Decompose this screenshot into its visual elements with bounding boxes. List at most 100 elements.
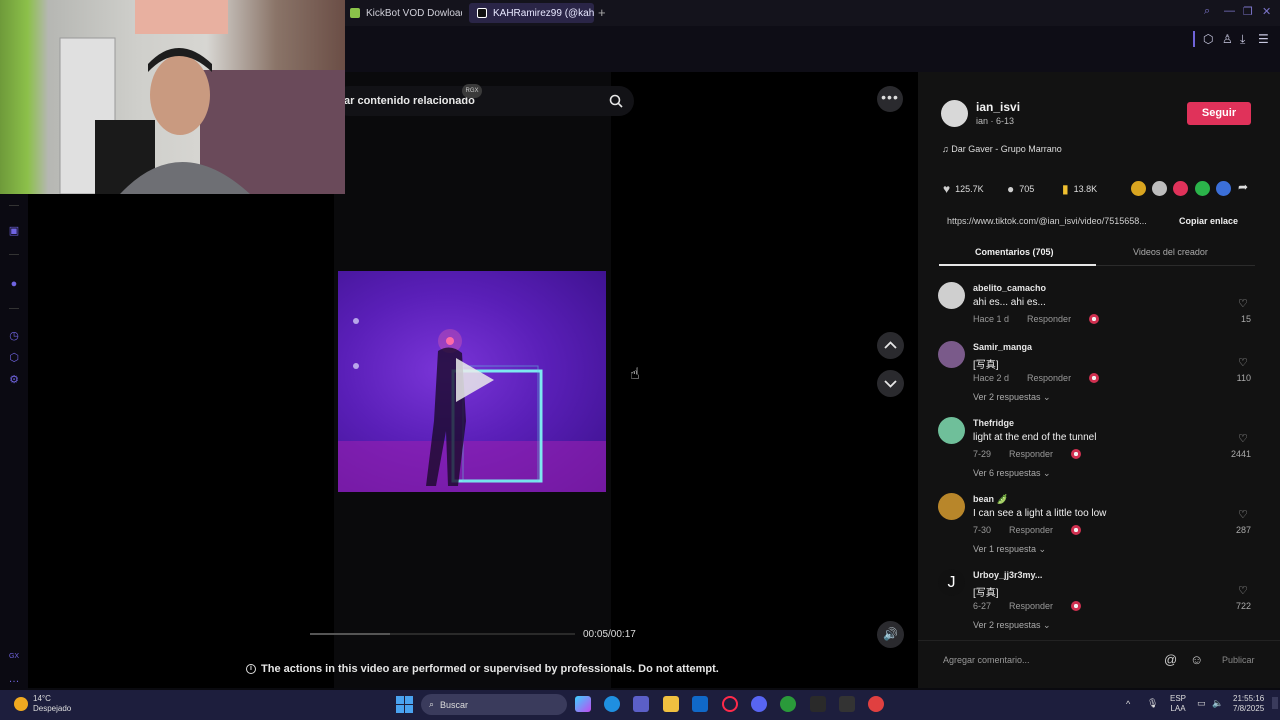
extensions-icon[interactable]: ⬡ bbox=[1203, 32, 1213, 46]
bookmark-icon: ▮ bbox=[1062, 182, 1069, 196]
comment-username[interactable]: Thefridge bbox=[973, 418, 1014, 428]
language-indicator[interactable]: ESP LAA bbox=[1170, 694, 1186, 714]
opera-gx-icon[interactable] bbox=[722, 696, 738, 712]
reply-button[interactable]: Responder bbox=[1009, 449, 1053, 459]
new-tab-button[interactable]: + bbox=[598, 5, 606, 20]
tray-overflow-icon[interactable]: ^ bbox=[1126, 699, 1130, 709]
next-video-button[interactable] bbox=[877, 370, 904, 397]
share-more-icon[interactable]: ➦ bbox=[1238, 180, 1248, 194]
search-icon[interactable]: ⌕ bbox=[1204, 5, 1210, 18]
close-icon[interactable]: ✕ bbox=[1262, 5, 1271, 18]
comment-meta: 7-29 Responder bbox=[973, 449, 1082, 459]
creator-like-icon bbox=[1071, 525, 1082, 535]
history-icon[interactable]: ◷ bbox=[7, 329, 21, 343]
tab-creator-videos[interactable]: Videos del creador bbox=[1133, 247, 1208, 257]
copy-link-button[interactable]: Copiar enlace bbox=[1179, 216, 1238, 226]
like-button[interactable]: ♥ 125.7K bbox=[943, 182, 984, 196]
volume-button[interactable]: 🔊 bbox=[877, 621, 904, 648]
comment-username[interactable]: Samir_manga bbox=[973, 342, 1032, 352]
emoji-icon[interactable]: ☺ bbox=[1190, 652, 1203, 667]
taskbar-search[interactable]: ⌕ Buscar bbox=[421, 694, 567, 715]
comment-heart-icon[interactable]: ♡ bbox=[1238, 508, 1248, 521]
download-icon[interactable]: ⤓ bbox=[1240, 32, 1245, 47]
reply-button[interactable]: Responder bbox=[1009, 525, 1053, 535]
comment-like-count: 722 bbox=[1235, 601, 1251, 611]
share-whatsapp-icon[interactable] bbox=[1195, 181, 1210, 196]
view-replies-button[interactable]: Ver 2 respuestas ⌄ bbox=[973, 392, 1051, 403]
comment-avatar[interactable] bbox=[938, 282, 965, 309]
comment-input[interactable]: Agregar comentario... bbox=[943, 655, 1030, 665]
comment-time: 6-27 bbox=[973, 601, 992, 611]
tab-tiktok[interactable]: KAHRamirez99 (@kahram bbox=[469, 3, 594, 23]
lang-layout: LAA bbox=[1170, 704, 1186, 713]
tab-kickbot[interactable]: KickBot VOD Dowloader bbox=[342, 3, 462, 23]
show-desktop-button[interactable] bbox=[1272, 697, 1278, 709]
windows-start-icon[interactable] bbox=[396, 696, 413, 713]
file-explorer-icon[interactable] bbox=[663, 696, 679, 712]
minimize-icon[interactable]: — bbox=[1224, 5, 1235, 17]
comment-avatar[interactable]: J bbox=[938, 569, 965, 596]
music-track-link[interactable]: ♫ Dar Gaver - Grupo Marrano bbox=[942, 144, 1062, 154]
weather-moon-icon[interactable] bbox=[14, 697, 28, 711]
copilot-icon[interactable] bbox=[575, 696, 591, 712]
more-icon[interactable]: … bbox=[7, 672, 21, 686]
clock-time: 21:55:16 bbox=[1233, 694, 1265, 703]
discord-icon[interactable] bbox=[751, 696, 767, 712]
teams-icon[interactable] bbox=[633, 696, 649, 712]
play-button[interactable] bbox=[456, 358, 494, 402]
previous-video-button[interactable] bbox=[877, 332, 904, 359]
comment-avatar[interactable] bbox=[938, 493, 965, 520]
network-icon[interactable]: ▭ bbox=[1197, 698, 1206, 709]
comment-button[interactable]: ● 705 bbox=[1007, 182, 1034, 196]
taskbar-clock[interactable]: 21:55:16 7/8/2025 bbox=[1233, 694, 1264, 714]
search-icon[interactable] bbox=[608, 93, 624, 109]
profile-icon[interactable]: ♙ bbox=[1222, 32, 1233, 46]
share-embed-icon[interactable] bbox=[1152, 181, 1167, 196]
comment-heart-icon[interactable]: ♡ bbox=[1238, 584, 1248, 597]
more-options-button[interactable]: ••• bbox=[877, 86, 903, 112]
view-replies-button[interactable]: Ver 1 respuesta ⌄ bbox=[973, 544, 1046, 555]
comment-heart-icon[interactable]: ♡ bbox=[1238, 356, 1248, 369]
gx-icon[interactable]: GX bbox=[7, 650, 21, 664]
maximize-icon[interactable]: ❐ bbox=[1243, 5, 1253, 18]
publish-button[interactable]: Publicar bbox=[1222, 655, 1255, 665]
creator-like-icon bbox=[1071, 449, 1082, 459]
messenger-icon[interactable]: ● bbox=[7, 277, 21, 291]
comment-username[interactable]: Urboy_jj3r3my... bbox=[973, 570, 1042, 580]
save-button[interactable]: ▮ 13.8K bbox=[1062, 182, 1097, 196]
share-send-icon[interactable] bbox=[1173, 181, 1188, 196]
share-coin-icon[interactable] bbox=[1131, 181, 1146, 196]
xbox-icon[interactable] bbox=[780, 696, 796, 712]
view-replies-button[interactable]: Ver 2 respuestas ⌄ bbox=[973, 620, 1051, 631]
tab-comments[interactable]: Comentarios (705) bbox=[975, 247, 1054, 257]
edge-icon[interactable] bbox=[604, 696, 620, 712]
comment-username[interactable]: bean 🫛 bbox=[973, 494, 1008, 505]
lang-code: ESP bbox=[1170, 694, 1187, 703]
comment-heart-icon[interactable]: ♡ bbox=[1238, 432, 1248, 445]
comment-heart-icon[interactable]: ♡ bbox=[1238, 297, 1248, 310]
view-replies-button[interactable]: Ver 6 respuestas ⌄ bbox=[973, 468, 1051, 479]
epic-games-icon[interactable] bbox=[839, 696, 855, 712]
comment-username[interactable]: abelito_camacho bbox=[973, 283, 1046, 293]
menu-icon[interactable]: ☰ bbox=[1258, 32, 1269, 46]
reply-button[interactable]: Responder bbox=[1027, 314, 1071, 324]
mention-icon[interactable]: @ bbox=[1164, 652, 1177, 667]
outlook-icon[interactable] bbox=[692, 696, 708, 712]
comment-avatar[interactable] bbox=[938, 341, 965, 368]
twitch-icon[interactable]: ▣ bbox=[7, 224, 21, 238]
reply-button[interactable]: Responder bbox=[1027, 373, 1071, 383]
settings-icon[interactable]: ⚙ bbox=[7, 373, 21, 387]
creator-avatar[interactable] bbox=[941, 100, 968, 127]
creator-username[interactable]: ian_isvi bbox=[976, 100, 1020, 114]
related-search-input[interactable]: ar contenido relacionado bbox=[344, 95, 475, 107]
volume-icon[interactable]: 🔈 bbox=[1212, 698, 1223, 709]
comment-avatar[interactable] bbox=[938, 417, 965, 444]
follow-button[interactable]: Seguir bbox=[1187, 102, 1251, 125]
extensions-sidebar-icon[interactable]: ⬡ bbox=[7, 351, 21, 365]
weather-widget[interactable]: 14°C Despejado bbox=[33, 694, 71, 714]
share-facebook-icon[interactable] bbox=[1216, 181, 1231, 196]
app-icon[interactable] bbox=[868, 696, 884, 712]
reply-button[interactable]: Responder bbox=[1009, 601, 1053, 611]
microphone-icon[interactable]: 🎙 bbox=[1147, 698, 1158, 709]
kickbot-icon[interactable] bbox=[810, 696, 826, 712]
